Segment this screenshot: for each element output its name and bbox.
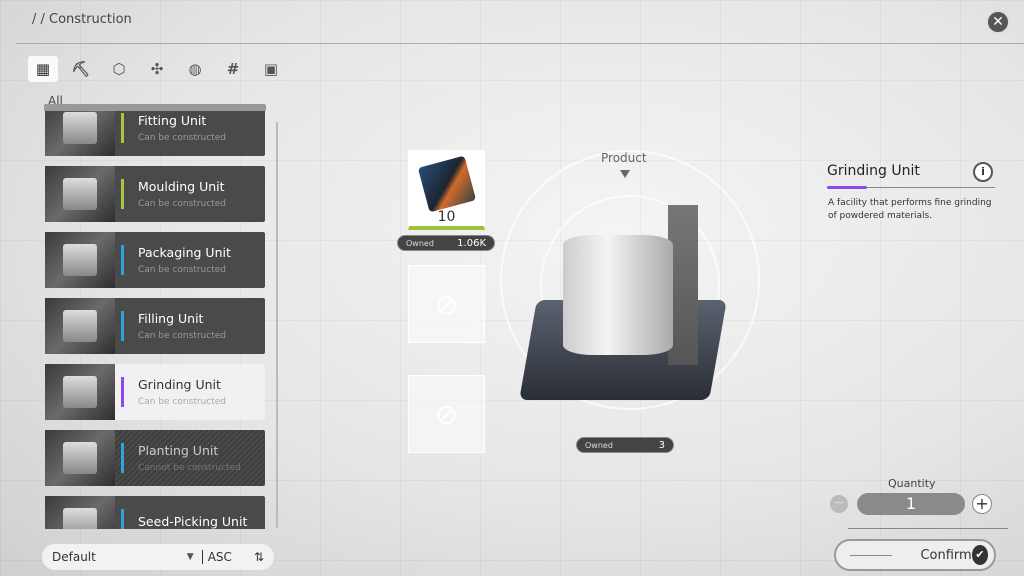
- facility-thumbnail: [45, 232, 115, 288]
- decrease-button[interactable]: −: [830, 495, 848, 513]
- list-scrollbar[interactable]: [276, 122, 278, 528]
- close-icon: ✕: [992, 14, 1004, 30]
- info-button[interactable]: i: [973, 162, 993, 182]
- list-item[interactable]: Fitting Unit Can be constructed: [45, 111, 265, 156]
- quantity-slider[interactable]: [848, 528, 1008, 529]
- facility-thumbnail: [45, 430, 115, 486]
- accent-bar: [121, 509, 124, 529]
- breadcrumb: / / Construction: [32, 12, 132, 27]
- product-label: Product: [601, 151, 647, 165]
- grid-icon: ▦: [35, 60, 51, 78]
- robot-icon: ▣: [263, 60, 279, 78]
- tab-pickaxe-icon[interactable]: ⛏: [66, 56, 96, 82]
- item-name: Grinding Unit: [138, 377, 221, 392]
- facility-list[interactable]: Fitting Unit Can be constructed Moulding…: [45, 111, 267, 529]
- accent-bar: [121, 113, 124, 143]
- list-item[interactable]: Moulding Unit Can be constructed: [45, 166, 265, 222]
- item-status: Cannot be constructed: [138, 463, 241, 473]
- item-name: Fitting Unit: [138, 113, 207, 128]
- title-accent: [827, 186, 867, 189]
- accent-bar: [121, 443, 124, 473]
- facility-thumbnail: [45, 298, 115, 354]
- owned-value: 1.06K: [457, 237, 486, 249]
- chevron-down-icon[interactable]: ▼: [187, 552, 194, 562]
- blocked-icon: ⊘: [434, 397, 459, 431]
- item-status: Can be constructed: [138, 133, 226, 143]
- decor-line: [850, 554, 893, 556]
- empty-slot: ⊘: [408, 265, 485, 343]
- divider: [16, 43, 1024, 44]
- tab-grid-icon[interactable]: ▦: [28, 56, 58, 82]
- facility-thumbnail: [45, 364, 115, 420]
- tab-power-icon[interactable]: ◍: [180, 56, 210, 82]
- product-owned: Owned 3: [576, 437, 674, 453]
- triangle-down-icon: [620, 170, 630, 178]
- item-status: Can be constructed: [138, 331, 226, 341]
- confirm-label: Confirm: [920, 547, 972, 563]
- facility-thumbnail: [45, 111, 115, 156]
- pickaxe-icon: ⛏: [71, 60, 91, 78]
- item-name: Packaging Unit: [138, 245, 231, 260]
- list-item[interactable]: Planting Unit Cannot be constructed: [45, 430, 265, 486]
- accent-bar: [121, 377, 124, 407]
- check-icon: ✔: [971, 545, 988, 565]
- ingredient-owned: Owned 1.06K: [397, 235, 495, 251]
- sort-order-button[interactable]: ASC: [201, 550, 232, 564]
- close-button[interactable]: ✕: [986, 10, 1010, 34]
- increase-button[interactable]: +: [972, 494, 992, 514]
- item-name: Filling Unit: [138, 311, 204, 326]
- section-bar: [44, 104, 266, 111]
- ingredient-count: 10: [437, 209, 456, 225]
- accent-bar: [121, 245, 124, 275]
- list-item[interactable]: Seed-Picking Unit: [45, 496, 265, 529]
- item-status: Can be constructed: [138, 265, 226, 275]
- item-status: Can be constructed: [138, 397, 226, 407]
- sort-direction-icon[interactable]: ⇅: [254, 550, 264, 564]
- item-name: Planting Unit: [138, 443, 219, 458]
- blocked-icon: ⊘: [434, 287, 459, 321]
- hexagon-icon: ⬡: [112, 60, 126, 78]
- item-name: Seed-Picking Unit: [138, 514, 248, 529]
- sort-dropdown[interactable]: Default: [52, 550, 187, 564]
- accent-bar: [121, 311, 124, 341]
- list-item[interactable]: Grinding Unit Can be constructed: [45, 364, 265, 420]
- accent-bar: [121, 179, 124, 209]
- owned-label: Owned: [585, 440, 613, 450]
- component-item-image: [417, 155, 477, 213]
- list-item[interactable]: Filling Unit Can be constructed: [45, 298, 265, 354]
- list-item[interactable]: Packaging Unit Can be constructed: [45, 232, 265, 288]
- fan-icon: ✣: [150, 60, 164, 78]
- quantity-input[interactable]: 1: [857, 493, 965, 515]
- empty-slot: ⊘: [408, 375, 485, 453]
- product-image: [519, 205, 727, 410]
- detail-description: A facility that performs fine grinding o…: [828, 198, 992, 221]
- category-tabs: ▦ ⛏ ⬡ ✣ ◍ # ▣: [28, 56, 286, 82]
- item-status: Can be constructed: [138, 199, 226, 209]
- item-name: Moulding Unit: [138, 179, 225, 194]
- tab-fan-icon[interactable]: ✣: [142, 56, 172, 82]
- owned-label: Owned: [406, 238, 434, 248]
- quantity-label: Quantity: [888, 477, 936, 490]
- tab-hash-icon[interactable]: #: [218, 56, 248, 82]
- confirm-button[interactable]: Confirm ✔: [834, 539, 996, 571]
- sort-control: Default ▼ ASC ⇅: [42, 544, 274, 570]
- ingredient-slot[interactable]: 10: [408, 150, 485, 230]
- owned-value: 3: [658, 439, 665, 451]
- tab-hexagon-icon[interactable]: ⬡: [104, 56, 134, 82]
- facility-thumbnail: [45, 166, 115, 222]
- info-icon: i: [981, 165, 985, 178]
- facility-thumbnail: [45, 496, 115, 529]
- power-icon: ◍: [188, 60, 202, 78]
- hash-icon: #: [226, 60, 240, 78]
- detail-title: Grinding Unit: [827, 163, 920, 179]
- tab-robot-icon[interactable]: ▣: [256, 56, 286, 82]
